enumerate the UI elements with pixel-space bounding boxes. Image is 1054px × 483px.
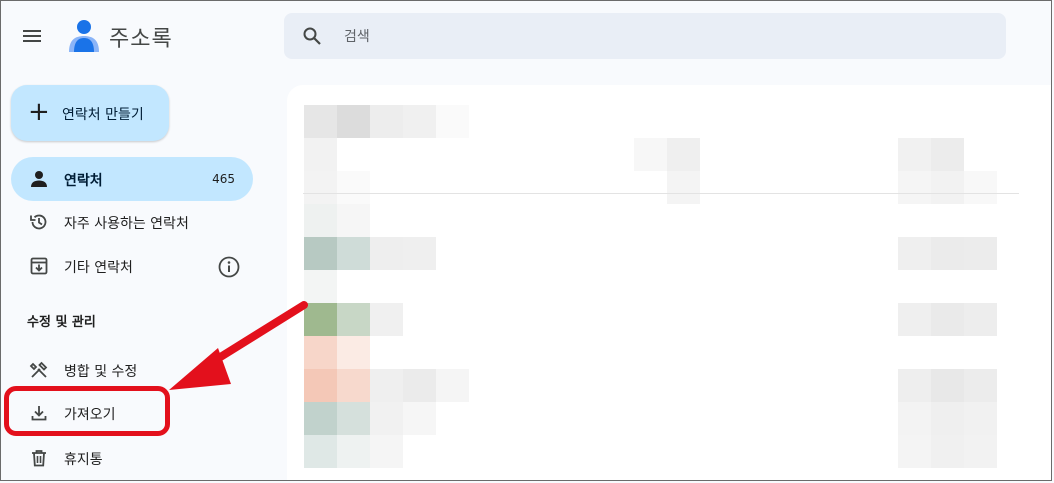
import-highlight-box [4,386,170,436]
contacts-window: 주소록 + 연락처 만들기 연락처 465 자주 사용하는 연락처 [0,0,1052,481]
